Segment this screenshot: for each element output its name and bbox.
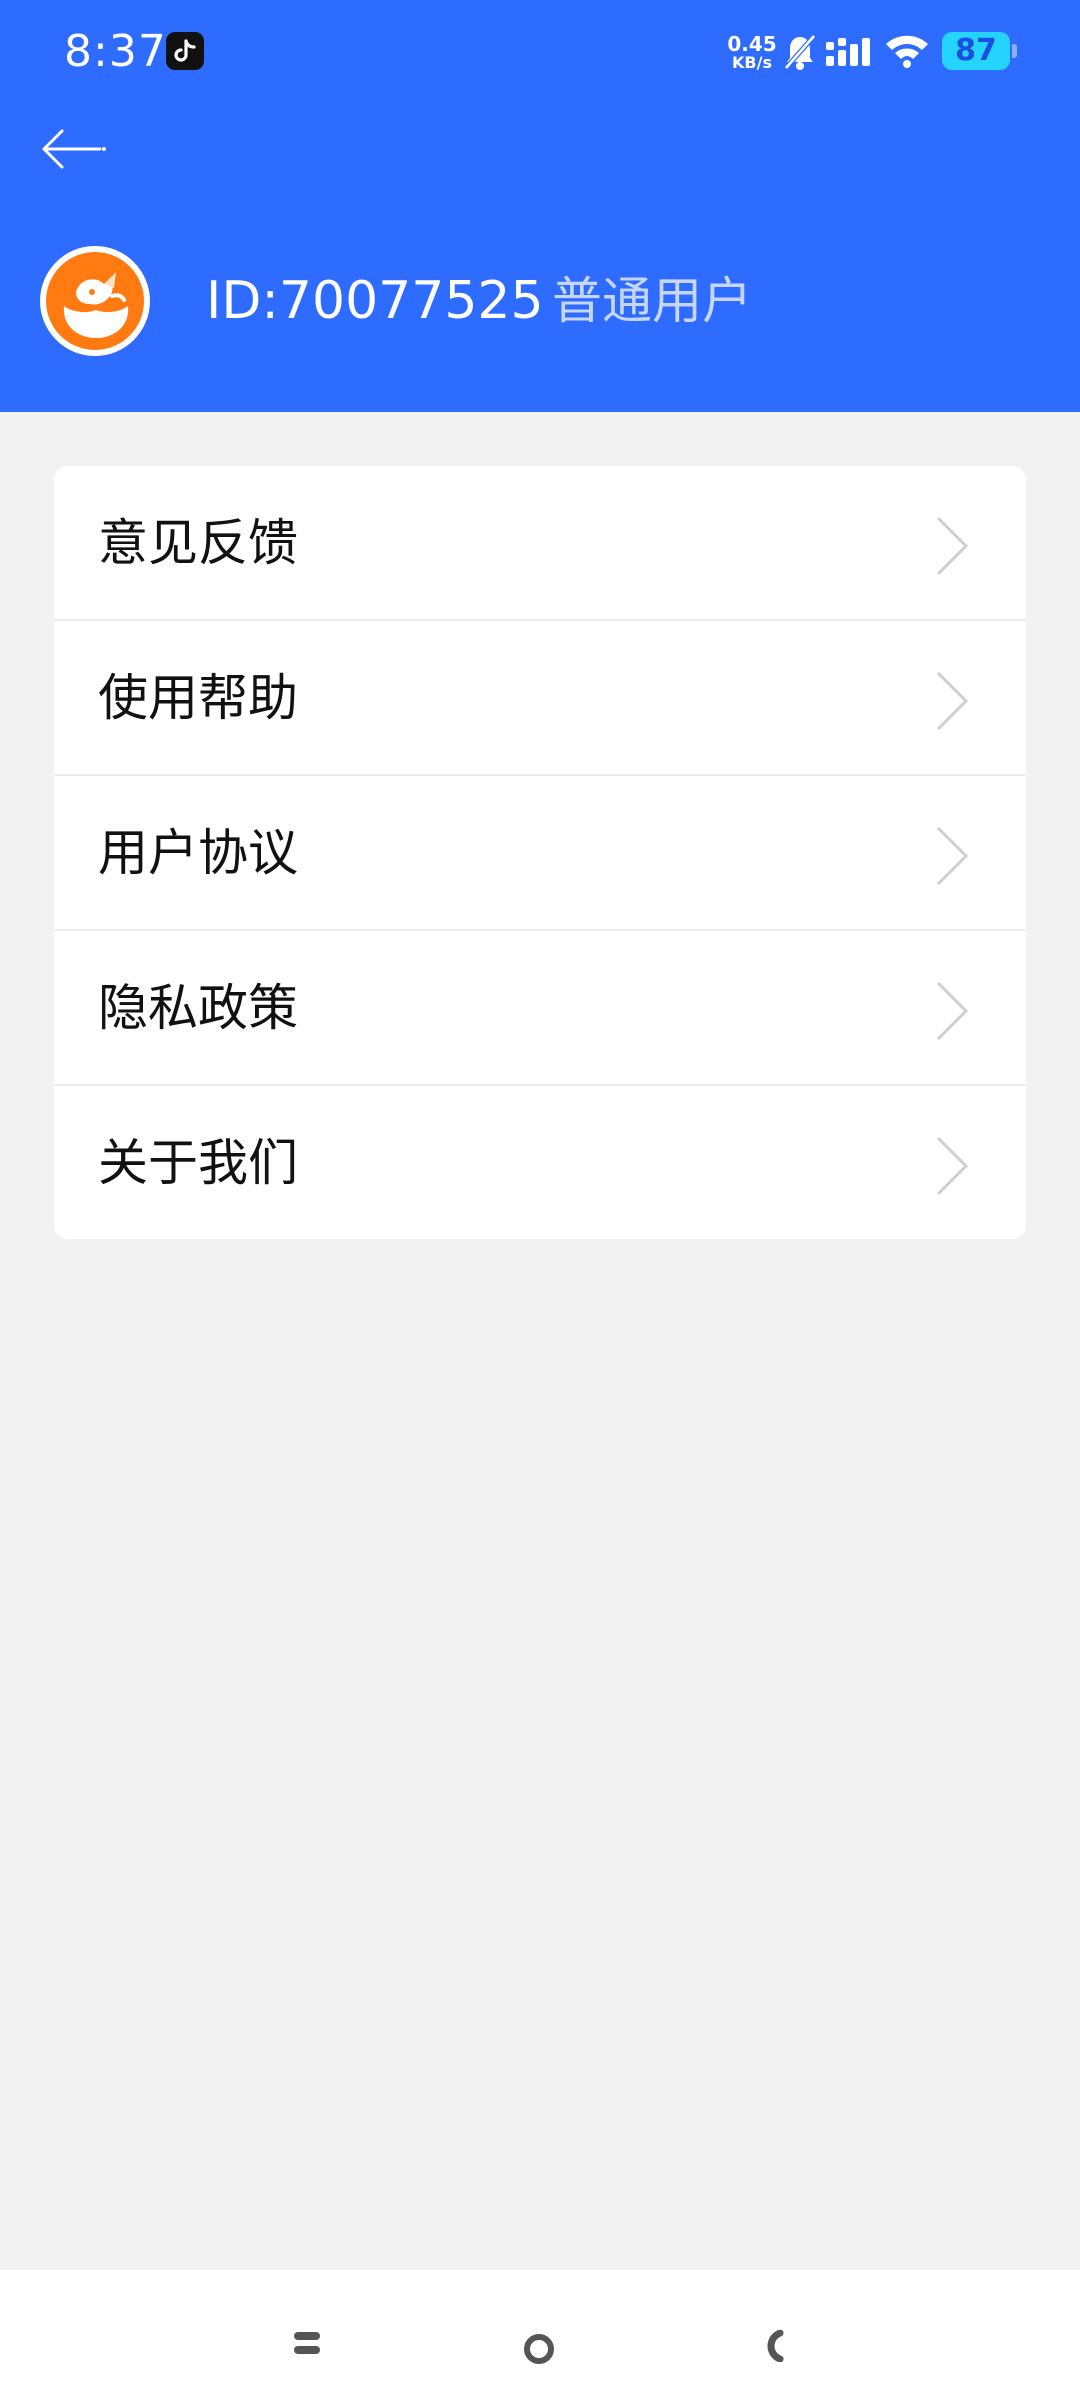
net-speed-unit: KB/s (732, 53, 772, 72)
menu-item-user-agreement[interactable]: 用户协议 (54, 776, 1026, 931)
user-id: ID:70077525 (206, 271, 544, 331)
chevron-right-icon (936, 671, 969, 731)
user-level-badge: 普通用户 (552, 272, 752, 330)
home-button[interactable] (522, 2332, 556, 2370)
menu-item-label: 隐私政策 (98, 979, 298, 1037)
menu-item-label: 意见反馈 (98, 514, 298, 572)
settings-menu: 意见反馈 使用帮助 用户协议 隐私政策 关于我们 (54, 466, 1026, 1239)
chevron-right-icon (936, 516, 969, 576)
menu-item-feedback[interactable]: 意见反馈 (54, 466, 1026, 621)
menu-item-label: 关于我们 (98, 1134, 298, 1192)
arrow-left-icon (42, 129, 106, 169)
menu-item-help[interactable]: 使用帮助 (54, 621, 1026, 776)
battery-tip (1012, 44, 1017, 58)
avatar[interactable] (40, 246, 150, 356)
menu-item-about-us[interactable]: 关于我们 (54, 1086, 1026, 1239)
home-circle-icon (524, 2334, 554, 2364)
back-chevron-icon (767, 2329, 784, 2363)
menu-item-privacy-policy[interactable]: 隐私政策 (54, 931, 1026, 1086)
signal-icon (826, 36, 874, 72)
battery-level: 87 (942, 32, 1010, 70)
navigation-bar (0, 2270, 1080, 2400)
chevron-right-icon (936, 981, 969, 1041)
net-speed: 0.45 KB/s (726, 34, 778, 72)
recent-apps-button[interactable] (292, 2328, 322, 2362)
nav-back-button[interactable] (760, 2329, 788, 2366)
status-time: 8:37 (64, 26, 167, 77)
screen: 8:37 0.45 KB/s 87 ID:70077525 普通用户 意见反馈 … (0, 0, 1080, 2400)
fox-avatar-icon (46, 252, 144, 350)
back-button[interactable] (36, 118, 116, 182)
net-speed-value: 0.45 (727, 32, 777, 56)
tiktok-icon (166, 32, 204, 70)
chevron-right-icon (936, 1136, 969, 1196)
menu-item-label: 用户协议 (98, 824, 298, 882)
bell-off-icon (782, 32, 818, 76)
wifi-icon (884, 32, 930, 74)
chevron-right-icon (936, 826, 969, 886)
menu-item-label: 使用帮助 (98, 669, 298, 727)
recent-apps-icon (294, 2332, 320, 2354)
